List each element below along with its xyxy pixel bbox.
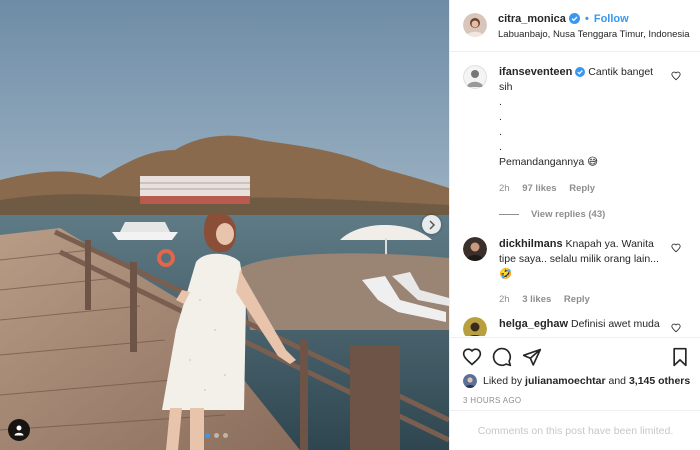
view-replies-label: View replies (43)	[531, 209, 606, 220]
liked-by-summary: Liked by julianamoechtar and 3,145 other…	[463, 374, 690, 388]
carousel-dot	[223, 433, 228, 438]
verified-badge-icon	[575, 67, 586, 77]
commenter-avatar[interactable]	[463, 65, 487, 89]
commenter-avatar[interactable]	[463, 237, 487, 261]
post-actions: Liked by julianamoechtar and 3,145 other…	[450, 337, 700, 449]
instagram-post: citra_monica • Follow Labuanbajo, Nusa T…	[0, 0, 700, 450]
liked-by-user[interactable]: julianamoechtar	[525, 375, 606, 387]
user-tag-icon	[14, 425, 24, 436]
carousel-dot	[214, 433, 219, 438]
comment-username[interactable]: ifanseventeen	[499, 66, 572, 78]
comment-likes[interactable]: 97 likes	[522, 183, 556, 194]
separator-dot: •	[584, 13, 589, 25]
post-photo[interactable]	[0, 0, 449, 450]
comment-likes[interactable]: 3 likes	[522, 294, 551, 305]
reply-button[interactable]: Reply	[569, 183, 595, 194]
post-header: citra_monica • Follow Labuanbajo, Nusa T…	[450, 0, 700, 52]
bookmark-icon[interactable]	[671, 347, 689, 367]
verified-badge-icon	[568, 13, 580, 24]
comments-list[interactable]: ifanseventeen Cantik banget sih . . . . …	[450, 53, 700, 336]
carousel-indicator	[205, 433, 228, 438]
post-location[interactable]: Labuanbajo, Nusa Tenggara Timur, Indones…	[498, 29, 690, 40]
follow-button[interactable]: Follow	[594, 13, 629, 25]
liked-by-prefix: Liked by	[483, 375, 523, 387]
paper-plane-icon[interactable]	[522, 347, 542, 367]
chevron-right-icon	[428, 219, 435, 230]
comment-heart-icon[interactable]	[671, 243, 681, 253]
author-avatar[interactable]	[463, 13, 487, 37]
post-timestamp[interactable]: 3 HOURS AGO	[463, 396, 521, 405]
carousel-next-button[interactable]	[422, 215, 441, 234]
comment-time[interactable]: 2h	[499, 183, 510, 194]
liked-by-others[interactable]: 3,145 others	[629, 375, 690, 387]
reply-button[interactable]: Reply	[564, 294, 590, 305]
carousel-dot-active	[205, 433, 210, 438]
photo-scene	[0, 0, 449, 450]
comment-heart-icon[interactable]	[671, 71, 681, 81]
liked-by-conjunction: and	[608, 375, 627, 387]
comment-username[interactable]: helga_eghaw	[499, 318, 568, 330]
commenter-avatar[interactable]	[463, 317, 487, 336]
comment-icon[interactable]	[492, 347, 512, 367]
post-sidebar: citra_monica • Follow Labuanbajo, Nusa T…	[449, 0, 700, 450]
author-username[interactable]: citra_monica	[498, 13, 566, 25]
comment-text: Definisi awet muda	[571, 318, 660, 330]
tagged-users-button[interactable]	[8, 419, 30, 441]
comment-heart-icon[interactable]	[671, 323, 681, 333]
comment-text: Cantik banget sih . . . . Pemandangannya…	[499, 66, 654, 168]
view-replies-line	[499, 213, 519, 215]
liker-avatar[interactable]	[463, 374, 477, 388]
comments-limited-notice: Comments on this post have been limited.	[450, 410, 700, 450]
comment-time[interactable]: 2h	[499, 294, 510, 305]
view-replies-button[interactable]: View replies (43)	[499, 209, 605, 220]
comment-username[interactable]: dickhilmans	[499, 238, 563, 250]
heart-icon[interactable]	[462, 347, 482, 367]
